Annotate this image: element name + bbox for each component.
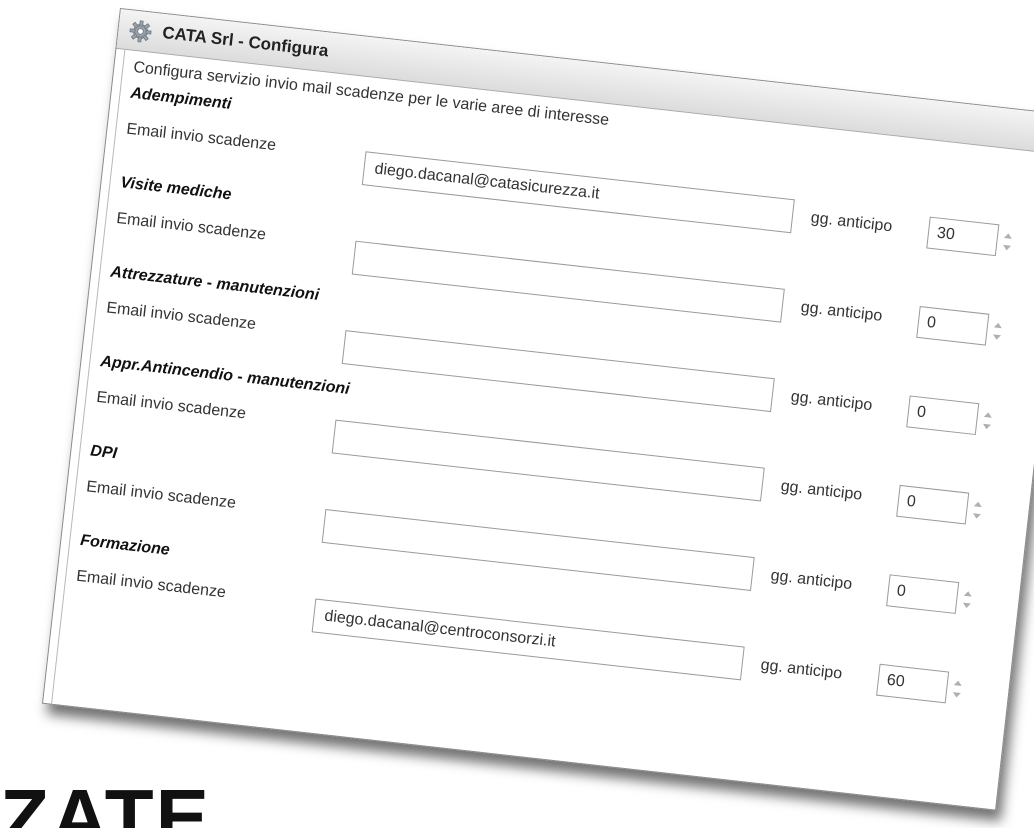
days-input-dpi[interactable] xyxy=(886,574,960,614)
spin-up-icon[interactable] xyxy=(983,411,993,418)
spin-down-icon[interactable] xyxy=(982,423,991,430)
section-title: DPI xyxy=(89,442,118,463)
days-label: gg. anticipo xyxy=(789,388,874,415)
spin-up-icon[interactable] xyxy=(973,501,983,508)
section-title: Adempimenti xyxy=(129,84,233,113)
background-heading: ZATE xyxy=(0,773,211,828)
spin-down-icon[interactable] xyxy=(992,334,1002,341)
days-spinner[interactable] xyxy=(970,497,985,524)
configura-dialog: CATA Srl - Configura Configura servizio … xyxy=(41,8,1034,811)
spin-up-icon[interactable] xyxy=(953,680,963,687)
days-spinner[interactable] xyxy=(960,587,975,614)
days-spinner[interactable] xyxy=(980,408,995,435)
days-label: gg. anticipo xyxy=(769,567,854,594)
days-label: gg. anticipo xyxy=(779,477,864,504)
days-input-visite-mediche[interactable] xyxy=(916,306,990,346)
spin-down-icon[interactable] xyxy=(1002,244,1012,251)
gear-icon xyxy=(129,20,152,43)
email-label: Email invio scadenze xyxy=(95,388,247,423)
days-spinner[interactable] xyxy=(990,318,1005,345)
email-input-formazione[interactable] xyxy=(311,598,745,681)
days-label: gg. anticipo xyxy=(809,209,894,236)
email-label: Email invio scadenze xyxy=(85,478,237,512)
spin-down-icon[interactable] xyxy=(952,692,961,698)
email-label: Email invio scadenze xyxy=(105,299,257,334)
email-label: Email invio scadenze xyxy=(125,120,277,155)
spin-down-icon[interactable] xyxy=(972,513,981,520)
spin-down-icon[interactable] xyxy=(962,602,971,609)
days-label: gg. anticipo xyxy=(759,656,844,683)
spin-up-icon[interactable] xyxy=(963,590,973,597)
days-input-adempimenti[interactable] xyxy=(926,216,1000,257)
spin-up-icon[interactable] xyxy=(993,322,1003,329)
screenshot-stage: ZATE CATA Srl - Configura Configura serv… xyxy=(0,0,1034,828)
window-title: CATA Srl - Configura xyxy=(161,22,330,61)
email-label: Email invio scadenze xyxy=(115,209,267,244)
config-form: Configura servizio invio mail scadenze p… xyxy=(51,49,1034,810)
days-input-formazione[interactable] xyxy=(876,663,950,704)
email-label: Email invio scadenze xyxy=(75,567,227,602)
days-spinner[interactable] xyxy=(1000,229,1015,256)
days-label: gg. anticipo xyxy=(799,298,884,325)
spin-up-icon[interactable] xyxy=(1003,232,1013,239)
days-input-attrezzature[interactable] xyxy=(906,395,980,436)
days-spinner[interactable] xyxy=(950,676,965,703)
days-input-antincendio[interactable] xyxy=(896,484,970,525)
